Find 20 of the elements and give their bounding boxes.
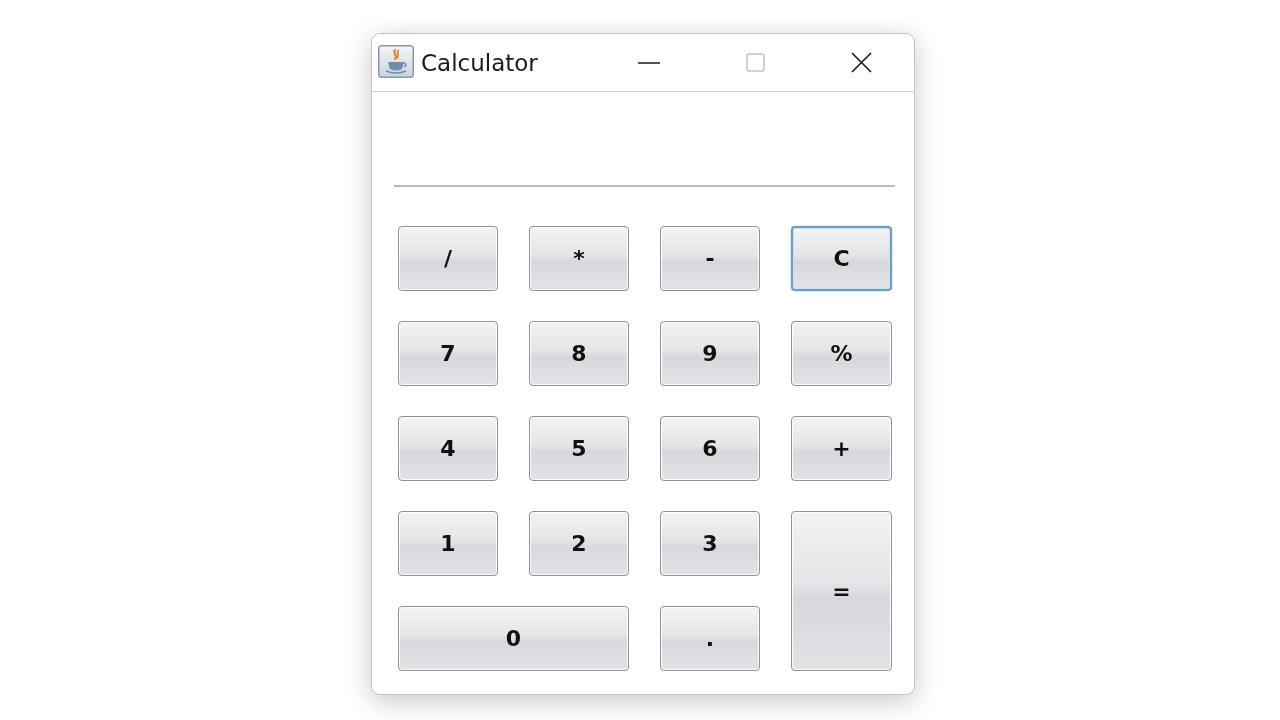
key-button[interactable]: = [791,511,892,671]
key-button[interactable]: 0 [398,606,629,671]
key-button[interactable]: + [791,416,892,481]
key-button[interactable]: 3 [660,511,760,576]
key-button[interactable]: - [660,226,760,291]
key-button[interactable]: * [529,226,629,291]
key-button[interactable]: 4 [398,416,498,481]
coffee-cup-icon [378,45,414,78]
key-button[interactable]: 8 [529,321,629,386]
key-button[interactable]: 6 [660,416,760,481]
key-button[interactable]: C [791,226,892,291]
key-button[interactable]: 9 [660,321,760,386]
key-button[interactable]: . [660,606,760,671]
key-button[interactable]: 2 [529,511,629,576]
key-button[interactable]: 7 [398,321,498,386]
window-title: Calculator [421,49,538,76]
key-button[interactable]: 5 [529,416,629,481]
key-button[interactable]: % [791,321,892,386]
key-button[interactable]: / [398,226,498,291]
key-button[interactable]: 1 [398,511,498,576]
